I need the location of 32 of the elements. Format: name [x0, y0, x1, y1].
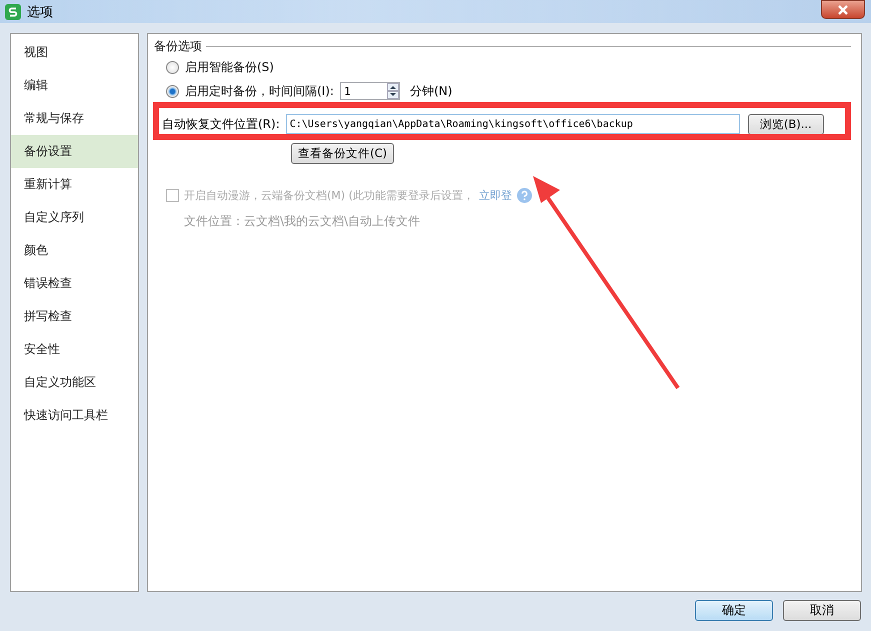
ok-button[interactable]: 确定: [695, 600, 773, 621]
sidebar-item[interactable]: 重新计算: [11, 168, 138, 201]
radio-button[interactable]: [166, 60, 179, 74]
radio-button[interactable]: [166, 84, 179, 98]
sidebar-item[interactable]: 颜色: [11, 234, 138, 267]
sidebar-item[interactable]: 快速访问工具栏: [11, 399, 138, 432]
sidebar-item[interactable]: 常规与保存: [11, 102, 138, 135]
app-logo-icon: [5, 4, 21, 20]
spin-arrows-icon[interactable]: [386, 83, 399, 99]
interval-spinbox[interactable]: 1: [340, 82, 400, 100]
close-button[interactable]: [821, 0, 865, 19]
option-label: 启用智能备份(S): [185, 58, 274, 76]
path-field[interactable]: C:\Users\yangqian\AppData\Roaming\kingsoft\office6\backup: [286, 114, 740, 134]
window-title: 选项: [27, 4, 53, 20]
cancel-button[interactable]: 取消: [783, 600, 861, 621]
path-label: 自动恢复文件位置(R):: [162, 116, 280, 132]
section-title: 备份选项: [154, 38, 202, 55]
file-location-text: 文件位置：云文档\我的云文档\自动上传文件: [184, 213, 422, 230]
sidebar-item[interactable]: 自定义序列: [11, 201, 138, 234]
unit-label: 分钟(N): [410, 82, 452, 100]
option-label: 启用定时备份，时间间隔(I):: [185, 82, 334, 100]
sidebar-item[interactable]: 自定义功能区: [11, 366, 138, 399]
sidebar-item[interactable]: 备份设置: [11, 135, 138, 168]
sidebar-item[interactable]: 错误检查: [11, 267, 138, 300]
sidebar-item[interactable]: 编辑: [11, 69, 138, 102]
view-backup-button[interactable]: 查看备份文件(C): [291, 143, 394, 164]
browse-button[interactable]: 浏览(B)...: [748, 114, 824, 134]
cloud-backup-label: 开启自动漫游，云端备份文档(M) (此功能需要登录后设置，: [184, 188, 474, 203]
sidebar-item[interactable]: 拼写检查: [11, 300, 138, 333]
sidebar-item[interactable]: 视图: [11, 36, 138, 69]
close-icon: [837, 4, 849, 14]
sidebar-item[interactable]: 安全性: [11, 333, 138, 366]
